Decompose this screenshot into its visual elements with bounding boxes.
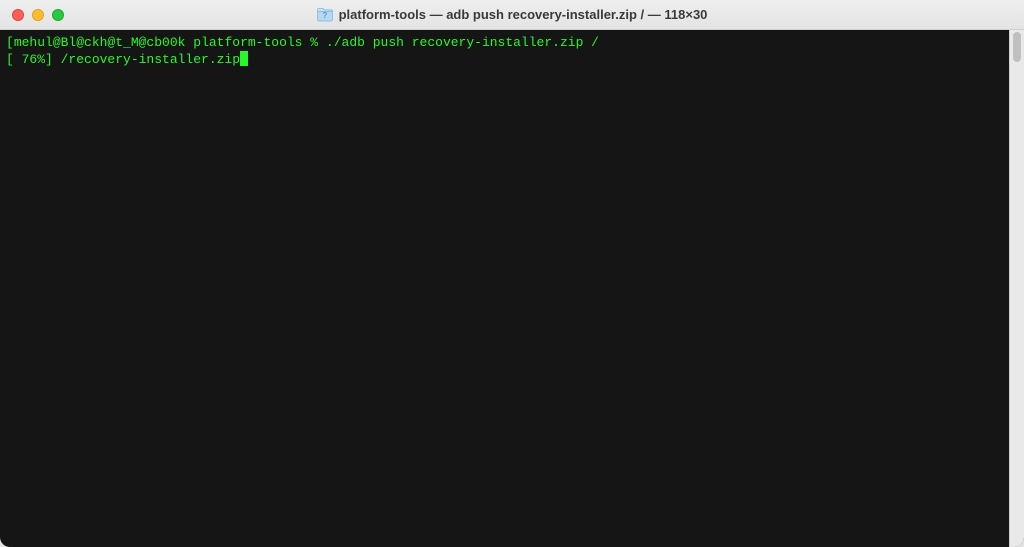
terminal-window: ? platform-tools — adb push recovery-ins… xyxy=(0,0,1024,547)
progress-output: [ 76%] /recovery-installer.zip xyxy=(6,52,240,67)
terminal-cursor xyxy=(240,51,248,66)
terminal-line-1: [mehul@Bl@ckh@t_M@cb00k platform-tools %… xyxy=(6,34,1018,51)
sep-space xyxy=(318,35,326,50)
maximize-window-button[interactable] xyxy=(52,9,64,21)
scrollbar-thumb[interactable] xyxy=(1013,32,1021,62)
open-bracket: [ xyxy=(6,35,14,50)
terminal-scrollbar[interactable] xyxy=(1009,30,1024,547)
terminal-line-2: [ 76%] /recovery-installer.zip xyxy=(6,51,1018,68)
prompt-dir: platform-tools xyxy=(193,35,302,50)
prompt-user: mehul@Bl@ckh@t_M@cb00k xyxy=(14,35,186,50)
terminal-body[interactable]: [mehul@Bl@ckh@t_M@cb00k platform-tools %… xyxy=(0,30,1024,547)
prompt-percent: % xyxy=(310,35,318,50)
title-container: ? platform-tools — adb push recovery-ins… xyxy=(0,7,1024,22)
traffic-lights xyxy=(0,9,64,21)
command-text: ./adb push recovery-installer.zip / xyxy=(326,35,599,50)
close-window-button[interactable] xyxy=(12,9,24,21)
minimize-window-button[interactable] xyxy=(32,9,44,21)
window-titlebar[interactable]: ? platform-tools — adb push recovery-ins… xyxy=(0,0,1024,30)
folder-icon: ? xyxy=(317,8,333,22)
window-title: platform-tools — adb push recovery-insta… xyxy=(339,7,708,22)
svg-text:?: ? xyxy=(322,11,327,20)
